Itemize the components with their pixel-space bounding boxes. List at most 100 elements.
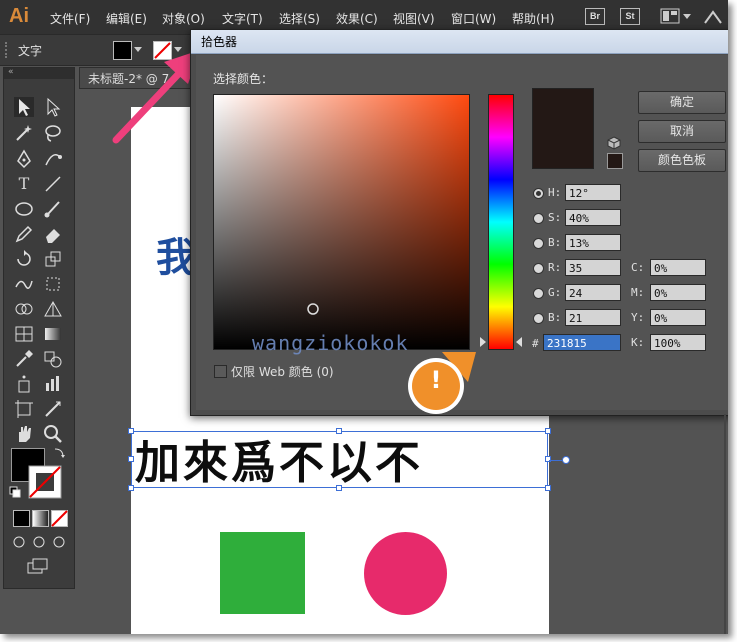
column-graph-tool-icon[interactable]: [42, 373, 64, 395]
menu-object[interactable]: 对象(O): [162, 10, 205, 27]
red-radio[interactable]: [533, 263, 544, 274]
draw-modes-icon[interactable]: [12, 535, 68, 549]
color-swatches-button[interactable]: 颜色色板: [638, 149, 726, 172]
color-field-marker[interactable]: [306, 302, 320, 316]
web-only-label: 仅限 Web 颜色 (0): [231, 365, 334, 379]
hue-field[interactable]: 12°: [565, 184, 621, 201]
magic-wand-tool-icon[interactable]: [13, 122, 35, 144]
symbol-sprayer-tool-icon[interactable]: [13, 373, 35, 395]
menu-view[interactable]: 视图(V): [393, 10, 435, 27]
screen-mode-icon[interactable]: [27, 558, 51, 576]
warp-tool-icon[interactable]: [13, 273, 35, 295]
saturation-field[interactable]: 40%: [565, 209, 621, 226]
direct-selection-tool-icon[interactable]: [42, 96, 64, 118]
line-tool-icon[interactable]: [42, 173, 64, 195]
selection-tool-icon[interactable]: [13, 96, 35, 118]
type-tool-icon[interactable]: T: [13, 173, 35, 195]
ok-button[interactable]: 确定: [638, 91, 726, 114]
menu-help[interactable]: 帮助(H): [512, 10, 554, 27]
color-field[interactable]: [213, 94, 470, 350]
selection-handle[interactable]: [128, 456, 134, 462]
none-mode-button[interactable]: [51, 510, 68, 527]
menu-type[interactable]: 文字(T): [222, 10, 263, 27]
selection-handle[interactable]: [336, 485, 342, 491]
selection-handle[interactable]: [545, 428, 551, 434]
menu-file[interactable]: 文件(F): [50, 10, 90, 27]
select-color-label: 选择颜色：: [213, 72, 274, 86]
perspective-grid-tool-icon[interactable]: [42, 298, 64, 320]
web-only-checkbox[interactable]: [214, 365, 227, 378]
paintbrush-tool-icon[interactable]: [42, 198, 64, 220]
saturation-radio[interactable]: [533, 213, 544, 224]
hex-label: #: [532, 337, 539, 350]
green-label: G:: [548, 286, 562, 299]
bridge-button[interactable]: Br: [585, 8, 605, 25]
ellipse-tool-icon[interactable]: [13, 198, 35, 220]
zoom-tool-icon[interactable]: [42, 423, 64, 445]
blend-tool-icon[interactable]: [42, 348, 64, 370]
black-field[interactable]: 100%: [650, 334, 706, 351]
hue-label: H:: [548, 186, 562, 199]
dialog-title[interactable]: 拾色器: [191, 30, 728, 54]
hue-radio[interactable]: [533, 188, 544, 199]
pink-circle[interactable]: [364, 532, 447, 615]
selection-handle[interactable]: [128, 485, 134, 491]
stock-button[interactable]: St: [620, 8, 640, 25]
illustrator-window: Ai 文件(F) 编辑(E) 对象(O) 文字(T) 选择(S) 效果(C) 视…: [0, 0, 728, 634]
anchor-handle[interactable]: [562, 456, 570, 464]
black-label: K:: [631, 336, 645, 349]
menu-edit[interactable]: 编辑(E): [106, 10, 147, 27]
brightness-field[interactable]: 13%: [565, 234, 621, 251]
menu-effect[interactable]: 效果(C): [336, 10, 378, 27]
blue-radio[interactable]: [533, 313, 544, 324]
hue-slider-handle[interactable]: [479, 336, 523, 348]
brightness-label: B:: [548, 236, 562, 249]
mesh-tool-icon[interactable]: [13, 323, 35, 345]
default-colors-icon[interactable]: [9, 486, 21, 498]
slice-tool-icon[interactable]: [42, 398, 64, 420]
collapse-icon[interactable]: «: [8, 67, 14, 77]
scale-tool-icon[interactable]: [42, 248, 64, 270]
lasso-tool-icon[interactable]: [42, 122, 64, 144]
red-label: R:: [548, 261, 562, 274]
gradient-tool-icon[interactable]: [42, 323, 64, 345]
blue-field[interactable]: 21: [565, 309, 621, 326]
eraser-tool-icon[interactable]: [42, 223, 64, 245]
rotate-tool-icon[interactable]: [13, 248, 35, 270]
anchor-line: [549, 460, 563, 461]
swap-colors-icon[interactable]: [52, 446, 66, 460]
menu-select[interactable]: 选择(S): [279, 10, 320, 27]
selection-handle[interactable]: [545, 485, 551, 491]
yellow-field[interactable]: 0%: [650, 309, 706, 326]
selection-handle[interactable]: [336, 428, 342, 434]
artboard-tool-icon[interactable]: [13, 398, 35, 420]
menu-window[interactable]: 窗口(W): [451, 10, 496, 27]
eyedropper-tool-icon[interactable]: [13, 348, 35, 370]
cancel-button[interactable]: 取消: [638, 120, 726, 143]
web-safe-swatch[interactable]: [607, 153, 623, 169]
pencil-tool-icon[interactable]: [13, 223, 35, 245]
pen-tool-icon[interactable]: [13, 148, 35, 170]
shape-builder-tool-icon[interactable]: [13, 298, 35, 320]
selection-handle[interactable]: [128, 428, 134, 434]
brightness-radio[interactable]: [533, 238, 544, 249]
curvature-tool-icon[interactable]: [42, 148, 64, 170]
workspace-switcher-icon[interactable]: [660, 8, 694, 25]
gradient-mode-button[interactable]: [32, 510, 49, 527]
color-mode-button[interactable]: [13, 510, 30, 527]
selection-handle[interactable]: [545, 456, 551, 462]
arrange-icon[interactable]: [703, 9, 725, 25]
hue-slider[interactable]: [488, 94, 514, 350]
green-square[interactable]: [220, 532, 305, 614]
scrollbar[interactable]: [724, 414, 726, 634]
hand-tool-icon[interactable]: [13, 423, 35, 445]
out-of-gamut-cube-icon[interactable]: [607, 136, 621, 150]
cyan-field[interactable]: 0%: [650, 259, 706, 276]
stroke-color-box[interactable]: [28, 465, 62, 499]
green-field[interactable]: 24: [565, 284, 621, 301]
green-radio[interactable]: [533, 288, 544, 299]
free-transform-tool-icon[interactable]: [42, 273, 64, 295]
hex-field[interactable]: 231815: [543, 334, 621, 351]
red-field[interactable]: 35: [565, 259, 621, 276]
magenta-field[interactable]: 0%: [650, 284, 706, 301]
